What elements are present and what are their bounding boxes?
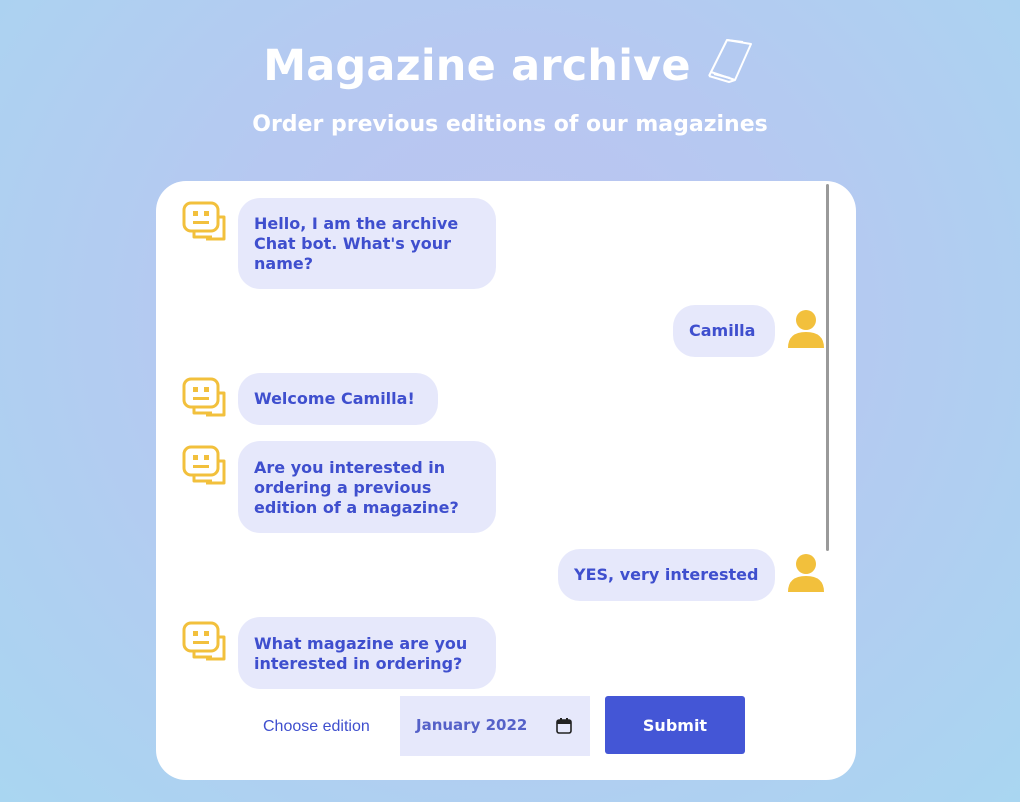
magazine-pages-icon xyxy=(707,39,752,83)
edition-date-input[interactable]: January 2022 xyxy=(400,696,590,756)
edition-form: Choose edition January 2022 Submit xyxy=(156,696,856,756)
scrollbar-thumb[interactable] xyxy=(826,184,829,551)
page-subtitle: Order previous editions of our magazines xyxy=(252,112,768,137)
bot-message: Welcome Camilla! xyxy=(238,373,438,425)
robot-icon xyxy=(182,201,226,241)
bot-message: Hello, I am the archive Chat bot. What's… xyxy=(238,198,496,289)
robot-icon xyxy=(182,445,226,485)
page-title: Magazine archive xyxy=(263,41,691,91)
user-message: Camilla xyxy=(673,305,775,357)
chat-window: Hello, I am the archive Chat bot. What's… xyxy=(156,181,856,780)
user-icon xyxy=(788,554,824,592)
submit-button[interactable]: Submit xyxy=(605,696,745,754)
date-value: January 2022 xyxy=(416,716,528,734)
user-message: YES, very interested xyxy=(558,549,775,601)
title-row: Magazine archive xyxy=(0,34,1020,98)
user-icon xyxy=(788,310,824,348)
robot-icon xyxy=(182,621,226,661)
robot-icon xyxy=(182,377,226,417)
choose-edition-label: Choose edition xyxy=(263,718,370,735)
bot-message: Are you interested in ordering a previou… xyxy=(238,441,496,533)
calendar-icon[interactable] xyxy=(556,718,572,734)
bot-message: What magazine are you interested in orde… xyxy=(238,617,496,689)
